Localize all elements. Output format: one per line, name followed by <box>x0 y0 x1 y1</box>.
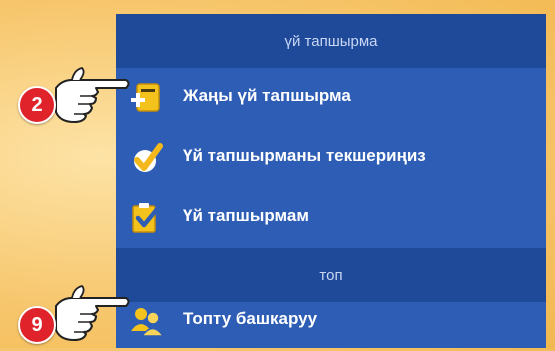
menu-item-check-homework[interactable]: Үй тапшырманы текшериңиз <box>116 128 546 188</box>
pointing-hand-icon <box>55 285 130 341</box>
menu-item-check-homework-label: Үй тапшырманы текшериңиз <box>183 146 426 165</box>
menu-item-my-homework[interactable]: Үй тапшырмам <box>116 188 546 248</box>
section-header-homework: үй тапшырма <box>116 14 546 68</box>
step-marker-9: 9 <box>18 306 56 344</box>
homework-menu-panel: үй тапшырма Жаңы үй тапшырма Үй тапшырма… <box>116 14 546 348</box>
menu-item-manage-group[interactable]: Топту башкаруу <box>116 291 546 351</box>
section-header-homework-label: үй тапшырма <box>284 32 378 50</box>
menu-item-new-homework[interactable]: Жаңы үй тапшырма <box>116 68 546 128</box>
checkmark-icon <box>134 143 163 172</box>
menu-item-my-homework-label: Үй тапшырмам <box>183 206 309 225</box>
step-marker-2: 2 <box>18 86 56 124</box>
step-marker-9-number: 9 <box>31 313 43 336</box>
menu-item-manage-group-label: Топту башкаруу <box>183 309 318 328</box>
section-header-group-label: топ <box>319 266 343 284</box>
group-users-icon <box>131 308 164 337</box>
step-marker-2-number: 2 <box>31 93 43 116</box>
pointing-hand-icon <box>55 67 130 123</box>
menu-item-new-homework-label: Жаңы үй тапшырма <box>183 86 351 105</box>
new-homework-icon <box>131 83 160 112</box>
checklist-icon <box>132 203 161 233</box>
